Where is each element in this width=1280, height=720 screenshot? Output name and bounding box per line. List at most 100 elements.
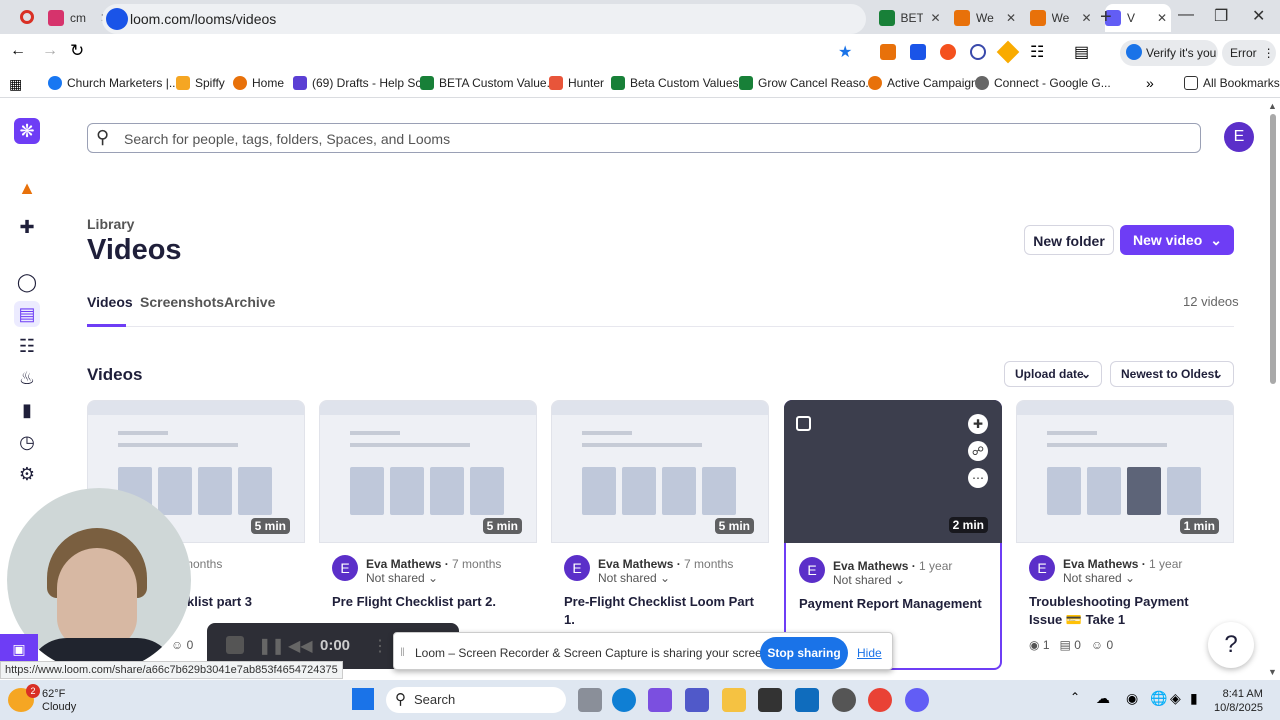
url-text[interactable]: loom.com/looms/videos [130, 11, 276, 27]
close-tab-icon[interactable]: ✕ [931, 11, 941, 25]
close-tab-icon[interactable]: ✕ [1006, 11, 1016, 25]
settings-icon[interactable] [832, 688, 856, 712]
bell-icon[interactable]: ♨ [14, 365, 40, 391]
tab-screenshots[interactable]: Screenshots [140, 294, 224, 310]
loom-icon[interactable] [905, 688, 929, 712]
video-title[interactable]: Pre Flight Checklist part 2. [332, 593, 527, 611]
camera-toggle-icon[interactable]: ▣ [0, 634, 38, 664]
minimize-icon[interactable]: — [1178, 6, 1194, 24]
bookmark-item[interactable]: Active Campaign [868, 76, 978, 90]
file-explorer-icon[interactable] [722, 688, 746, 712]
maximize-icon[interactable]: ❐ [1214, 6, 1228, 26]
taskbar-search[interactable]: Search [386, 687, 566, 713]
tab-videos[interactable]: Videos [87, 294, 133, 310]
reload-icon[interactable]: ↻ [70, 41, 84, 61]
cloud-icon[interactable]: ☁ [1096, 690, 1110, 707]
bookmark-item[interactable]: Spiffy [176, 76, 225, 90]
calendar-icon[interactable]: ☷ [14, 333, 40, 359]
bookmark-item[interactable]: Home [233, 76, 284, 90]
share-status[interactable]: Not shared ⌄ [598, 571, 670, 585]
new-folder-button[interactable]: New folder [1024, 225, 1114, 255]
video-thumbnail[interactable]: 1 min [1016, 400, 1234, 543]
bookmark-item[interactable]: Beta Custom Values... [611, 76, 749, 90]
chevron-up-icon[interactable]: ⌃ [1070, 690, 1080, 704]
sort-order-select[interactable]: Newest to Oldest ⌄ [1110, 361, 1234, 387]
add-user-icon[interactable]: ✚ [14, 214, 40, 240]
site-info-icon[interactable] [106, 8, 128, 30]
bookmark-item[interactable]: Hunter [549, 76, 604, 90]
help-button[interactable]: ? [1208, 622, 1254, 668]
copilot-icon[interactable] [648, 688, 672, 712]
video-title[interactable]: Pre-Flight Checklist Loom Part 1. [564, 593, 759, 629]
library-icon[interactable]: ▤ [14, 301, 40, 327]
video-card[interactable]: 5 min E Eva Mathews · 7 months Not share… [551, 400, 769, 670]
teams-icon[interactable] [685, 688, 709, 712]
video-thumbnail[interactable]: 5 min [551, 400, 769, 543]
extension-icon[interactable] [910, 44, 926, 60]
loom-logo-icon[interactable]: ❋ [14, 118, 40, 144]
new-tab-button[interactable]: + [1100, 6, 1112, 29]
clock-icon[interactable]: ◷ [14, 429, 40, 455]
more-icon[interactable]: ⋯ [968, 468, 988, 488]
share-status[interactable]: Not shared ⌄ [833, 573, 905, 587]
video-title[interactable]: Troubleshooting Payment Issue 💳 Take 1 [1029, 593, 1224, 629]
taskbar-clock[interactable]: 8:41 AM 10/8/2025 [1214, 687, 1263, 715]
close-window-icon[interactable]: ✕ [1252, 6, 1265, 26]
scroll-down-icon[interactable]: ▼ [1268, 667, 1277, 677]
video-thumbnail[interactable]: 5 min [319, 400, 537, 543]
tab-archive[interactable]: Archive [224, 294, 275, 310]
stop-record-button[interactable] [226, 636, 244, 654]
bookmark-item[interactable]: (69) Drafts - Help Sc... [293, 76, 431, 90]
bookmark-item[interactable]: Church Marketers |... [48, 76, 179, 90]
profile-icon[interactable]: ◯ [14, 269, 40, 295]
settings-icon[interactable]: ⚙ [14, 461, 40, 487]
recording-tab-icon[interactable] [20, 10, 34, 24]
bookmark-item[interactable]: Connect - Google G... [975, 76, 1111, 90]
browser-tab[interactable]: V ✕ [1105, 4, 1171, 32]
close-tab-icon[interactable]: ✕ [1157, 11, 1167, 25]
breadcrumb[interactable]: Library [87, 216, 134, 232]
bookmark-item[interactable]: BETA Custom Value... [420, 76, 557, 90]
scrollbar[interactable] [1270, 114, 1276, 384]
share-status[interactable]: Not shared ⌄ [1063, 571, 1135, 585]
all-bookmarks[interactable]: All Bookmarks [1184, 76, 1280, 90]
workspace-flame-icon[interactable]: ▲ [14, 175, 40, 201]
new-video-button[interactable]: New video ⌄ [1120, 225, 1234, 255]
bookmark-icon[interactable]: ▮ [14, 397, 40, 423]
tab-search-icon[interactable]: ▤ [1074, 42, 1089, 62]
extension-icon[interactable] [940, 44, 956, 60]
sort-field-select[interactable]: Upload date ⌄ [1004, 361, 1102, 387]
language-icon[interactable]: 🌐 [1150, 690, 1167, 707]
error-button[interactable]: Error ⋮ [1222, 40, 1276, 66]
chrome-icon[interactable] [868, 688, 892, 712]
video-card[interactable]: 1 min E Eva Mathews · 1 year Not shared … [1016, 400, 1234, 670]
browser-tab[interactable]: BET ✕ [878, 4, 951, 32]
windows-start-icon[interactable] [352, 688, 374, 710]
apps-grid-icon[interactable]: ▦ [9, 76, 22, 93]
wifi-icon[interactable]: ◈ [1170, 690, 1181, 707]
avatar[interactable]: E [1224, 122, 1254, 152]
forward-icon[interactable]: → [42, 42, 58, 60]
store-icon[interactable] [758, 688, 782, 712]
task-view-icon[interactable] [578, 688, 602, 712]
hide-link[interactable]: Hide [857, 646, 882, 660]
video-card[interactable]: ✚ ☍ ⋯ 2 min E Eva Mathews · 1 year Not s… [784, 400, 1002, 670]
weather-widget[interactable]: 62°F Cloudy [42, 688, 76, 714]
chevron-right-icon[interactable]: » [1146, 75, 1154, 91]
pause-icon[interactable]: ❚❚ [258, 636, 285, 656]
bookmark-item[interactable]: Grow Cancel Reaso... [739, 76, 875, 90]
link-icon[interactable]: ☍ [968, 441, 988, 461]
close-tab-icon[interactable]: ✕ [1082, 11, 1092, 25]
microphone-icon[interactable]: ◉ [1126, 690, 1138, 707]
back-icon[interactable]: ← [10, 42, 26, 60]
video-title[interactable]: Payment Report Management [799, 595, 994, 613]
extension-icon[interactable] [880, 44, 896, 60]
stop-sharing-button[interactable]: Stop sharing [760, 637, 848, 669]
share-status[interactable]: Not shared ⌄ [366, 571, 438, 585]
outlook-icon[interactable] [795, 688, 819, 712]
browser-tab[interactable]: We ✕ [1029, 4, 1102, 32]
select-checkbox[interactable] [796, 416, 811, 431]
battery-icon[interactable]: ▮ [1190, 690, 1198, 707]
video-thumbnail[interactable]: ✚ ☍ ⋯ 2 min [784, 400, 1002, 543]
restart-icon[interactable]: ◀◀ [288, 636, 313, 656]
